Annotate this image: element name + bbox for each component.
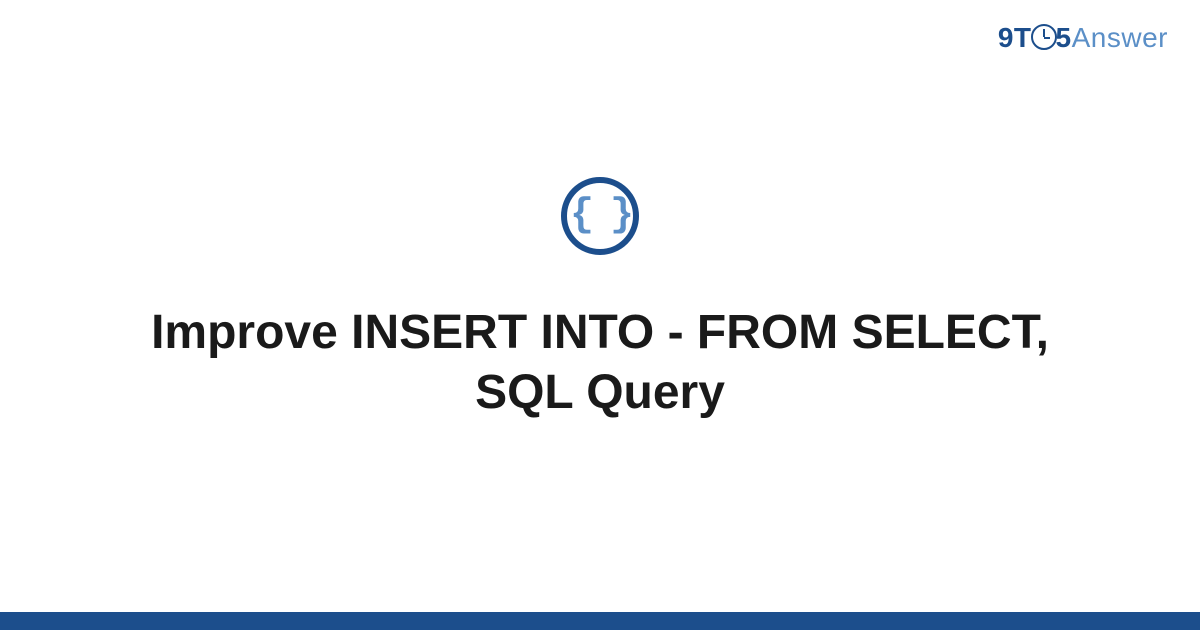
footer-accent-bar (0, 612, 1200, 630)
page-title: Improve INSERT INTO - FROM SELECT, SQL Q… (150, 303, 1050, 423)
braces-icon: { } (570, 196, 630, 236)
main-content: { } Improve INSERT INTO - FROM SELECT, S… (0, 0, 1200, 630)
code-icon-circle: { } (561, 177, 639, 255)
